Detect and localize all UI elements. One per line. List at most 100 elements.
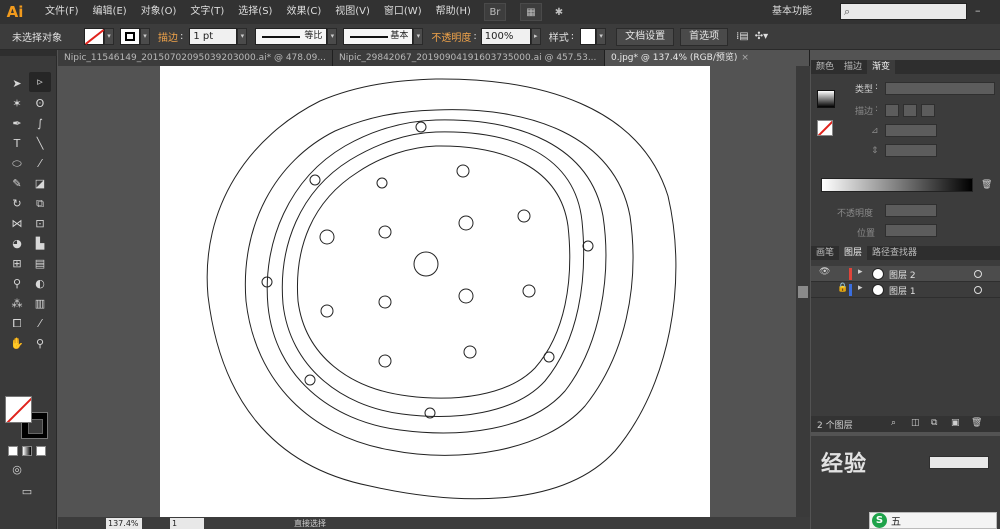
blend-tool-icon[interactable]: ◐ xyxy=(29,274,51,294)
delete-stop-icon[interactable]: 🗑 xyxy=(981,180,992,190)
brush-dropdown[interactable]: ▾ xyxy=(413,28,424,45)
graph-tool-icon[interactable]: ▥ xyxy=(29,294,51,314)
target-icon[interactable] xyxy=(974,286,982,294)
screen-mode-icon[interactable]: ▭ xyxy=(16,482,38,502)
stroke-option-2[interactable] xyxy=(903,104,917,117)
preferences-button[interactable]: 首选项 xyxy=(680,27,729,46)
stroke-swatch[interactable] xyxy=(120,28,140,45)
gradient-slider[interactable] xyxy=(821,178,973,192)
tab-document-1[interactable]: Nipic_11546149_20150702095039203000.ai* … xyxy=(58,50,333,66)
variable-width-profile[interactable]: 等比 xyxy=(255,28,328,45)
layer-name[interactable]: 图层 2 xyxy=(889,268,916,281)
options-icon[interactable]: ✣▾ xyxy=(755,31,768,42)
layer-name[interactable]: 图层 1 xyxy=(889,284,916,297)
magic-wand-tool-icon[interactable]: ✶ xyxy=(6,94,28,114)
toolbar-grip[interactable] xyxy=(0,50,57,56)
bridge-button[interactable]: Br xyxy=(483,3,506,21)
gradient-opacity-field[interactable] xyxy=(885,204,937,217)
lasso-tool-icon[interactable]: ʘ xyxy=(29,94,51,114)
opacity-field[interactable]: 100% xyxy=(480,28,531,45)
menu-select[interactable]: 选择(S) xyxy=(231,0,279,24)
type-dropdown[interactable] xyxy=(885,82,995,95)
new-layer-icon[interactable]: ▣ xyxy=(951,418,960,428)
new-sublayer-icon[interactable]: ⧉ xyxy=(931,418,937,428)
menu-effect[interactable]: 效果(C) xyxy=(279,0,328,24)
gradient-preview[interactable] xyxy=(817,90,835,108)
gpu-icon[interactable]: ✱ xyxy=(548,3,570,21)
eyedropper-tool-icon[interactable]: ⚲ xyxy=(6,274,28,294)
tab-document-2[interactable]: Nipic_29842067_20190904191603735000.ai @… xyxy=(333,50,605,66)
arrange-icon[interactable]: ⁞▤ xyxy=(736,31,749,42)
tab-brushes[interactable]: 画笔 xyxy=(811,246,839,260)
minimize-icon[interactable]: – xyxy=(975,4,981,17)
tab-pathfinder[interactable]: 路径查找器 xyxy=(867,246,922,260)
angle-field[interactable] xyxy=(885,124,937,137)
canvas-area[interactable] xyxy=(58,66,796,517)
stroke-weight-dropdown[interactable]: ▾ xyxy=(237,28,248,45)
fill-box[interactable] xyxy=(5,396,32,423)
stroke-weight-field[interactable]: 1 pt xyxy=(189,28,238,45)
drawing-mode-icon[interactable]: ◎ xyxy=(6,460,28,480)
slice-tool-icon[interactable]: ⁄ xyxy=(29,314,51,334)
shape-builder-tool-icon[interactable]: ◕ xyxy=(6,234,28,254)
opacity-dropdown[interactable]: ▸ xyxy=(530,28,541,45)
search-input[interactable]: ⌕ xyxy=(840,3,967,20)
tab-document-3[interactable]: 0.jpg* @ 137.4% (RGB/预览) × xyxy=(605,50,810,66)
layer-row[interactable]: 👁 ▸ 图层 2 xyxy=(811,266,1000,282)
fill-dropdown[interactable]: ▾ xyxy=(104,28,114,45)
delete-layer-icon[interactable]: 🗑 xyxy=(971,418,982,428)
fill-stroke-widget[interactable] xyxy=(5,396,49,440)
workspace-switcher[interactable]: 基本功能 xyxy=(772,3,812,21)
menu-type[interactable]: 文字(T) xyxy=(183,0,231,24)
paintbrush-tool-icon[interactable]: ⁄ xyxy=(29,154,51,174)
symbol-sprayer-tool-icon[interactable]: ⁂ xyxy=(6,294,28,314)
scroll-thumb[interactable] xyxy=(798,286,808,298)
selection-tool-icon[interactable]: ➤ xyxy=(6,74,28,94)
eraser-tool-icon[interactable]: ◪ xyxy=(29,174,51,194)
perspective-grid-tool-icon[interactable]: ▙ xyxy=(29,234,51,254)
scale-tool-icon[interactable]: ⧉ xyxy=(29,194,51,214)
type-tool-icon[interactable]: T xyxy=(6,134,28,154)
menu-view[interactable]: 视图(V) xyxy=(328,0,377,24)
color-mode-icon[interactable] xyxy=(8,446,18,456)
tab-layers[interactable]: 图层 xyxy=(839,246,868,260)
profile-dropdown[interactable]: ▾ xyxy=(327,28,338,45)
pen-tool-icon[interactable]: ✒ xyxy=(6,114,28,134)
style-dropdown[interactable]: ▾ xyxy=(596,28,607,45)
layer-row[interactable]: 🔒 ▸ 图层 1 xyxy=(811,282,1000,298)
aspect-field[interactable] xyxy=(885,144,937,157)
stroke-label[interactable]: 描边 xyxy=(158,29,178,44)
rotate-tool-icon[interactable]: ↻ xyxy=(6,194,28,214)
ime-toolbar[interactable]: S 五 xyxy=(869,512,997,529)
expand-arrow-icon[interactable]: ▸ xyxy=(858,283,863,293)
direct-selection-tool-icon[interactable]: ▹ xyxy=(29,72,51,92)
close-icon[interactable]: × xyxy=(741,53,749,63)
graphic-style-swatch[interactable] xyxy=(580,28,597,45)
ellipse-tool-icon[interactable]: ⬭ xyxy=(6,154,28,174)
hand-tool-icon[interactable]: ✋ xyxy=(6,334,28,354)
free-transform-tool-icon[interactable]: ⊡ xyxy=(29,214,51,234)
width-tool-icon[interactable]: ⋈ xyxy=(6,214,28,234)
line-tool-icon[interactable]: ╲ xyxy=(29,134,51,154)
transparency-opacity-field[interactable] xyxy=(929,456,989,469)
menu-object[interactable]: 对象(O) xyxy=(134,0,184,24)
locate-object-icon[interactable]: ⌕ xyxy=(891,418,896,428)
curvature-tool-icon[interactable]: ∫ xyxy=(29,114,51,134)
gradient-mode-icon[interactable] xyxy=(22,446,32,456)
stroke-dropdown[interactable]: ▾ xyxy=(140,28,150,45)
tab-color[interactable]: 颜色 xyxy=(811,60,839,74)
arrange-docs-button[interactable]: ▦ xyxy=(519,3,542,21)
eye-icon[interactable]: 👁 xyxy=(819,267,830,277)
mesh-tool-icon[interactable]: ⊞ xyxy=(6,254,28,274)
opacity-label[interactable]: 不透明度 xyxy=(431,29,471,44)
clipping-mask-icon[interactable]: ◫ xyxy=(911,418,920,428)
status-text[interactable]: 直接选择 xyxy=(294,518,326,529)
menu-edit[interactable]: 编辑(E) xyxy=(86,0,134,24)
menu-window[interactable]: 窗口(W) xyxy=(377,0,429,24)
artboard-tool-icon[interactable]: ⧠ xyxy=(6,314,28,334)
brush-definition[interactable]: 基本 xyxy=(343,28,414,45)
target-icon[interactable] xyxy=(974,270,982,278)
document-setup-button[interactable]: 文档设置 xyxy=(616,27,675,46)
ime-mode-label[interactable]: 五 xyxy=(891,513,901,528)
artboard[interactable] xyxy=(160,66,710,517)
